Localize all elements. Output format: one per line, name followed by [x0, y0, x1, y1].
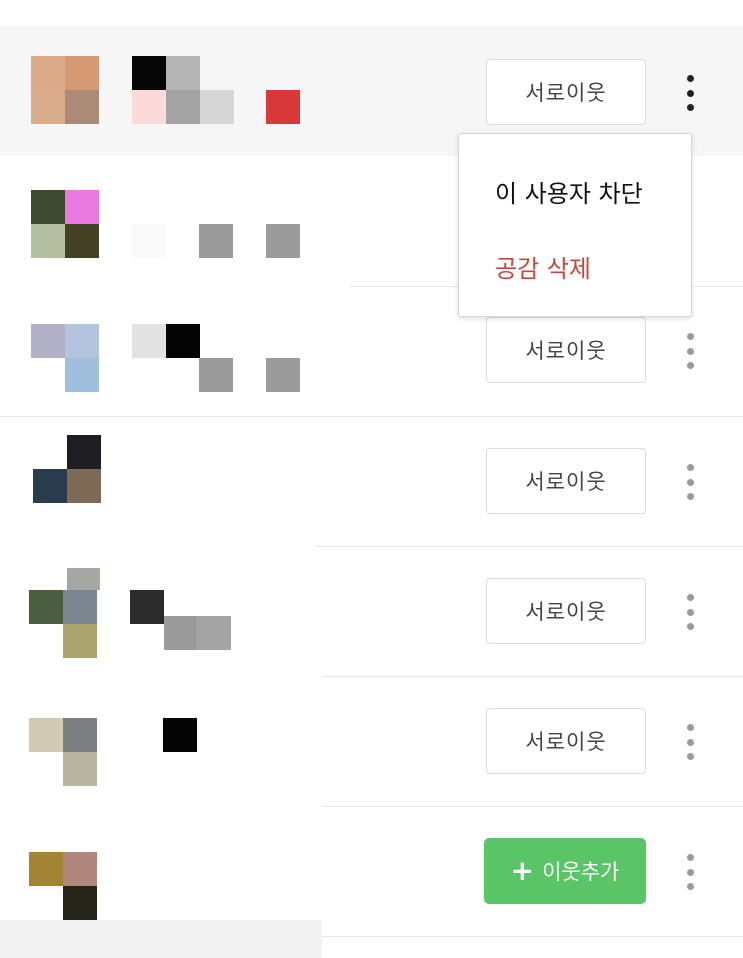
more-vertical-icon[interactable] — [676, 329, 704, 373]
bottom-placeholder — [0, 920, 322, 958]
user-name[interactable] — [130, 590, 240, 660]
mutual-neighbor-button[interactable]: 서로이웃 — [486, 448, 646, 514]
top-strip — [0, 0, 743, 26]
more-vertical-icon[interactable] — [676, 460, 704, 504]
mutual-neighbor-button[interactable]: 서로이웃 — [486, 317, 646, 383]
user-name[interactable] — [132, 224, 302, 260]
more-vertical-icon[interactable] — [676, 590, 704, 634]
add-neighbor-label: 이웃추가 — [542, 860, 620, 884]
mutual-neighbor-button[interactable]: 서로이웃 — [486, 59, 646, 125]
delete-like-menu-item[interactable]: 공감 삭제 — [495, 249, 591, 284]
avatar[interactable] — [31, 190, 101, 260]
list-item[interactable]: 서로이웃 — [0, 416, 743, 546]
user-name[interactable] — [132, 324, 302, 394]
divider — [322, 936, 743, 937]
avatar[interactable] — [29, 718, 99, 788]
avatar[interactable] — [29, 852, 99, 922]
add-neighbor-button[interactable]: + 이웃추가 — [484, 838, 646, 904]
more-vertical-icon[interactable] — [676, 850, 704, 894]
context-menu: 이 사용자 차단 공감 삭제 — [458, 133, 692, 317]
avatar[interactable] — [31, 56, 101, 126]
list-item[interactable]: + 이웃추가 — [0, 806, 743, 936]
user-name[interactable] — [132, 56, 302, 126]
block-user-menu-item[interactable]: 이 사용자 차단 — [495, 174, 643, 209]
mutual-neighbor-button[interactable]: 서로이웃 — [486, 578, 646, 644]
list-item[interactable]: 서로이웃 — [0, 546, 743, 676]
more-vertical-icon[interactable] — [676, 720, 704, 764]
avatar[interactable] — [31, 324, 101, 394]
more-vertical-icon[interactable] — [676, 71, 704, 115]
plus-icon: + — [510, 854, 535, 887]
user-name[interactable] — [163, 718, 203, 752]
likers-list-screen: 서로이웃 서로이웃 서로이웃 서로이웃 서로이웃 + 이웃추가 이 사용자 차단… — [0, 0, 743, 958]
list-item[interactable]: 서로이웃 — [0, 676, 743, 806]
mutual-neighbor-button[interactable]: 서로이웃 — [486, 708, 646, 774]
avatar[interactable] — [33, 435, 103, 505]
avatar[interactable] — [29, 568, 100, 672]
